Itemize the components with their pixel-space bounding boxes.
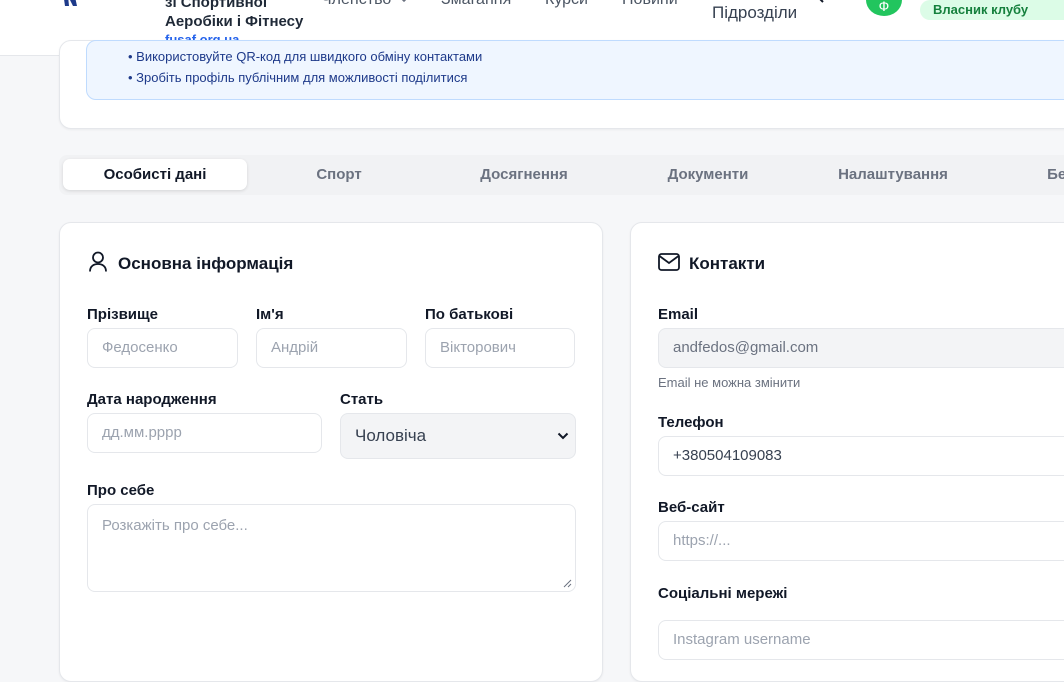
tab-personal-data[interactable]: Особисті дані: [63, 159, 247, 190]
phone-label: Телефон: [658, 414, 724, 431]
website-label: Веб-сайт: [658, 499, 725, 516]
tips-box: • Використовуйте QR-код для швидкого обм…: [86, 40, 1064, 100]
contacts-card: Контакти Email andfedos@gmail.com Email …: [630, 222, 1064, 682]
chevron-down-icon[interactable]: [399, 0, 409, 4]
surname-label: Прізвище: [87, 306, 159, 323]
tip-public-profile: • Зробіть профіль публічним для можливос…: [128, 70, 468, 85]
user-icon: [89, 251, 107, 272]
basic-info-title: Основна інформація: [118, 254, 294, 273]
surname-input[interactable]: Федосенко: [87, 328, 238, 368]
avatar[interactable]: Ф: [866, 0, 902, 16]
birth-date-label: Дата народження: [87, 391, 217, 408]
tab-settings[interactable]: Налаштування: [801, 159, 985, 190]
nav-courses[interactable]: Курси: [545, 0, 588, 9]
tab-sport[interactable]: Спорт: [247, 159, 431, 190]
nav-competitions[interactable]: Змагання: [441, 0, 511, 9]
profile-tabs: Особисті дані Спорт Досягнення Документи…: [59, 155, 1064, 195]
nav-membership[interactable]: Членство: [321, 0, 391, 9]
federation-logo-icon[interactable]: [60, 0, 86, 14]
role-badge: Власник клубу: [920, 0, 1064, 20]
email-field[interactable]: andfedos@gmail.com: [658, 328, 1064, 368]
org-name-line1: зі Спортивної: [165, 0, 268, 11]
name-input[interactable]: Андрій: [256, 328, 407, 368]
patronymic-label: По батькові: [425, 306, 514, 323]
tab-security[interactable]: Безпека: [985, 159, 1064, 190]
email-label: Email: [658, 306, 699, 323]
about-textarea[interactable]: Розкажіть про себе...: [87, 504, 576, 592]
patronymic-input[interactable]: Вікторович: [425, 328, 575, 368]
name-label: Ім'я: [256, 306, 284, 323]
search-icon[interactable]: [806, 0, 826, 8]
email-hint: Email не можна змінити: [658, 375, 801, 390]
org-name-line2: Аеробіки і Фітнесу: [165, 13, 304, 30]
instagram-input[interactable]: Instagram username: [658, 620, 1064, 660]
tab-documents[interactable]: Документи: [616, 159, 800, 190]
nav-divisions[interactable]: Підрозділи: [712, 3, 797, 23]
gender-value: Чоловіча: [355, 426, 427, 445]
contacts-title: Контакти: [689, 254, 766, 273]
nav-news[interactable]: Новини: [622, 0, 678, 9]
about-label: Про себе: [87, 482, 155, 499]
social-label: Соціальні мережі: [658, 585, 788, 602]
tab-achievements[interactable]: Досягнення: [432, 159, 616, 190]
gender-select[interactable]: Чоловіча: [340, 413, 576, 459]
gender-label: Стать: [340, 391, 384, 408]
basic-info-card: Основна інформація Прізвище Федосенко Ім…: [59, 222, 603, 682]
about-placeholder: Розкажіть про себе...: [102, 517, 248, 534]
chevron-down-icon: [557, 432, 569, 440]
birth-date-input[interactable]: дд.мм.рррр: [87, 413, 322, 453]
phone-input[interactable]: +380504109083: [658, 436, 1064, 476]
tip-qr: • Використовуйте QR-код для швидкого обм…: [128, 49, 483, 64]
resize-handle-icon[interactable]: [563, 579, 572, 588]
website-input[interactable]: https://...: [658, 521, 1064, 561]
mail-icon: [658, 253, 680, 271]
